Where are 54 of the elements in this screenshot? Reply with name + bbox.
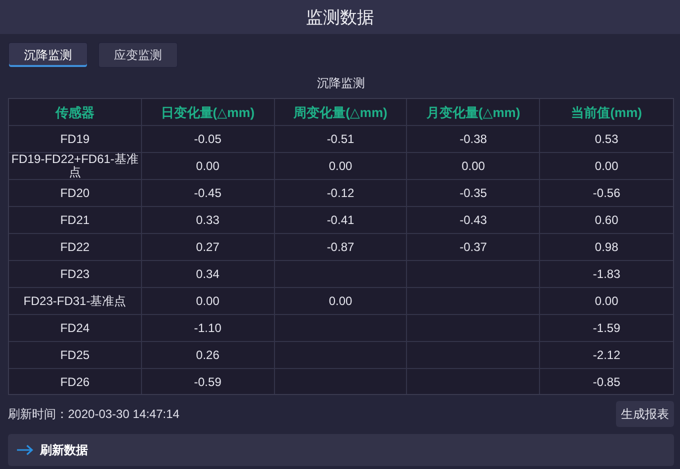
column-header: 日变化量(△mm) [160,106,255,118]
table-cell: -0.45 [194,186,222,200]
table-cell: 0.33 [196,214,220,226]
table-cell: FD24 [60,322,90,334]
table-cell: 0.27 [196,240,220,254]
table-cell: FD21 [60,214,90,226]
table-cell: -0.56 [592,186,620,200]
table-cell: -0.85 [592,376,620,388]
table-cell: FD23 [60,268,90,280]
table-cell: 0.00 [594,160,618,172]
table-cell: -0.05 [194,132,222,146]
table-cell: 0.34 [196,268,220,280]
table-cell: FD22 [60,240,90,254]
table-cell: -0.12 [326,186,354,200]
table-cell: -0.43 [460,214,487,226]
table-cell-text: FD19-FD22+FD61-基准点 [10,153,140,179]
tab[interactable]: 沉降监测 [8,42,88,68]
column-header: 当前值(mm) [571,106,642,118]
table-cell: FD26 [60,376,90,388]
table-cell: -0.51 [326,132,354,146]
table-cell: 0.26 [196,348,220,362]
table-cell: 0.00 [328,160,352,172]
column-header: 周变化量(△mm) [294,106,388,118]
table-cell: 0.00 [196,294,220,308]
column-header: 传感器 [55,106,94,118]
table-cell: -2.12 [592,348,620,362]
table-cell: 0.00 [462,160,485,172]
table-cell: -1.59 [592,322,620,334]
table-cell: 0.60 [594,214,618,226]
arrow-right-icon [16,444,34,456]
table-cell: -0.41 [326,214,354,226]
column-header: 月变化量(△mm) [426,106,520,118]
table-cell: -0.59 [194,376,222,388]
table-cell: 0.00 [328,294,352,308]
table-cell: FD25 [60,348,90,362]
table-cell: 0.00 [196,160,220,172]
table-cell: FD23-FD31-基准点 [24,294,126,308]
window-title: 监测数据 [306,6,374,28]
report-button[interactable]: 生成报表 [616,401,674,427]
table-cell: -0.35 [460,186,487,200]
table-caption: 沉降监测 [316,75,366,92]
table-cell: -1.10 [194,322,222,334]
table-cell: -0.37 [460,240,487,254]
table-cell: FD19 [60,132,90,146]
table-cell: 0.00 [594,294,618,308]
table-cell: -0.38 [460,132,487,146]
table-cell: FD20 [60,186,90,200]
refresh-time: 刷新时间：2020-03-30 14:47:14 [8,406,180,422]
table-cell: -0.87 [326,240,354,254]
tab[interactable]: 应变监测 [98,42,178,68]
table-cell: 0.98 [594,240,618,254]
table-cell: -1.83 [592,268,620,280]
refresh-button[interactable]: 刷新数据 [8,434,674,466]
table-cell: 0.53 [594,132,618,146]
